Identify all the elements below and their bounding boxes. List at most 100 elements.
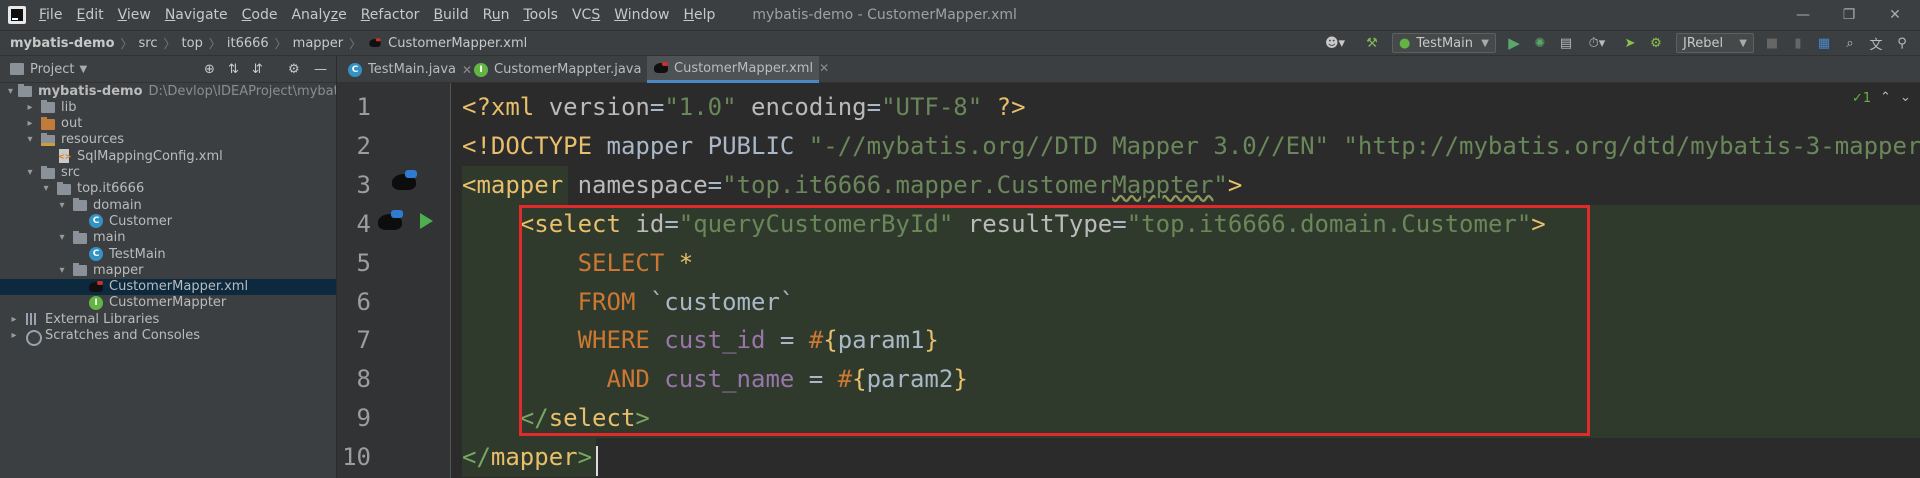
chevron-down-icon[interactable]: ▾ (24, 134, 36, 145)
tree-item[interactable]: CustomerMapper.xml (0, 278, 336, 295)
tree-item[interactable]: ▾ resources (0, 132, 336, 148)
line-number: 10 (342, 443, 371, 472)
breadcrumb-label: src (138, 35, 158, 51)
next-highlight-icon[interactable]: ⌄ (1900, 90, 1911, 105)
translate-icon[interactable]: 文 (1864, 30, 1888, 56)
minimize-window-button[interactable]: — (1780, 0, 1826, 30)
chevron-down-icon[interactable]: ▾ (8, 86, 13, 97)
tree-item[interactable]: ▸ out (0, 116, 336, 132)
menu-window[interactable]: Window (607, 7, 676, 23)
breadcrumb-item[interactable]: src (139, 36, 158, 51)
mybatis-bird-icon[interactable] (390, 166, 420, 194)
tree-item[interactable]: CustomerMappter (0, 295, 336, 311)
stop-icon[interactable]: ■ (1760, 30, 1784, 56)
tree-item[interactable]: ▾ main (0, 230, 336, 246)
breadcrumb-item[interactable]: top (182, 36, 203, 51)
tree-item-label: top.it6666 (77, 181, 145, 197)
previous-highlight-icon[interactable]: ⌃ (1880, 90, 1891, 105)
mybatis-bird-icon[interactable] (376, 206, 406, 234)
breadcrumb-item[interactable]: it6666 (227, 36, 269, 51)
tree-item[interactable]: ▾ mybatis-demo D:\Devlop\IDEAProject\mybat… (0, 83, 336, 99)
close-icon[interactable]: ✕ (819, 61, 829, 75)
tree-item[interactable]: ▾ mapper (0, 262, 336, 278)
menu-navigate[interactable]: Navigate (158, 7, 235, 23)
pause-icon[interactable]: ▮ (1786, 30, 1810, 56)
jrebel-select[interactable]: JRebel ▼ (1676, 33, 1754, 53)
editor-tab[interactable]: CustomerMappter.java✕ (467, 56, 658, 83)
breadcrumb-item[interactable]: mapper (293, 36, 343, 51)
chevron-down-icon[interactable]: ▾ (24, 167, 36, 178)
menu-view[interactable]: View (111, 7, 158, 23)
search-icon[interactable]: ⌕ (1838, 30, 1862, 56)
chevron-right-icon[interactable]: ▸ (24, 118, 36, 129)
menu-refactor[interactable]: Refactor (354, 7, 427, 23)
expand-all-icon[interactable]: ⇅ (228, 62, 239, 77)
chevron-down-icon[interactable]: ▾ (40, 183, 52, 194)
tree-item[interactable]: ▸ External Libraries (0, 311, 336, 327)
code-token: namespace (577, 170, 708, 199)
code-token: = (707, 170, 723, 199)
chevron-down-icon[interactable]: ▼ (79, 64, 87, 75)
tree-item-label: CustomerMapper.xml (109, 279, 249, 295)
breadcrumb-item[interactable]: mybatis-demo (10, 36, 115, 51)
code-token: "http://mybatis.org/dtd/mybatis-3-mapper… (1343, 131, 1920, 160)
locate-file-icon[interactable]: ⊕ (204, 62, 215, 77)
close-window-button[interactable]: ✕ (1872, 0, 1918, 30)
line-number: 3 (356, 170, 371, 199)
hide-panel-icon[interactable]: — (314, 62, 327, 77)
collapse-all-icon[interactable]: ⇵ (252, 62, 263, 77)
mybatis-xml-icon (369, 37, 382, 50)
run-configuration-select[interactable]: ● TestMain ▼ (1392, 33, 1496, 53)
user-icon[interactable]: ☻▾ (1322, 30, 1348, 56)
jrebel-debug-icon[interactable]: ⚙ (1644, 30, 1668, 56)
menu-file[interactable]: File (32, 7, 69, 23)
chevron-down-icon[interactable]: ▾ (56, 200, 68, 211)
project-panel-header: Project ▼ ⊕ ⇅ ⇵ ⚙ — (0, 56, 336, 83)
tree-item[interactable]: Customer (0, 213, 336, 229)
coverage-icon[interactable]: ▤ (1554, 30, 1578, 56)
tree-item[interactable]: ▾ domain (0, 197, 336, 213)
breadcrumb-item[interactable]: CustomerMapper.xml (367, 35, 527, 51)
profile-icon[interactable]: ⏱▾ (1580, 30, 1614, 56)
search-everywhere-icon[interactable]: ⚲ (1890, 30, 1914, 56)
chevron-down-icon: ▼ (1481, 37, 1489, 49)
tree-item[interactable]: ▾ top.it6666 (0, 181, 336, 197)
menu-build[interactable]: Build (426, 7, 475, 23)
build-hammer-icon[interactable]: ⚒ (1360, 30, 1384, 56)
debug-icon[interactable]: ✺ (1528, 30, 1552, 56)
tree-item[interactable]: ▸ lib (0, 99, 336, 115)
inspection-status[interactable]: ✓1 (1852, 91, 1871, 106)
tree-item[interactable]: ▾ src (0, 165, 336, 181)
editor-tab-label: TestMain.java (368, 62, 457, 77)
menu-vcs[interactable]: VCS (565, 7, 607, 23)
menu-run[interactable]: Run (476, 7, 517, 23)
tree-item-label: mybatis-demo (38, 83, 143, 99)
code-token: mapper PUBLIC (606, 131, 809, 160)
jrebel-run-icon[interactable]: ➤ (1618, 30, 1642, 56)
menu-tools[interactable]: Tools (516, 7, 565, 23)
tree-item[interactable]: ▸ Scratches and Consoles (0, 328, 336, 346)
chevron-down-icon: ▼ (1739, 37, 1747, 49)
restore-window-button[interactable]: ❐ (1826, 0, 1872, 30)
tree-item[interactable]: SqlMappingConfig.xml (0, 148, 336, 164)
run-gutter-icon[interactable] (420, 213, 433, 229)
menu-analyze[interactable]: Analyze (284, 7, 353, 23)
chevron-right-icon[interactable]: ▸ (8, 330, 20, 341)
chevron-down-icon[interactable]: ▾ (56, 265, 68, 276)
project-view-select[interactable]: Project (30, 62, 74, 77)
project-structure-icon[interactable]: ▦ (1812, 30, 1836, 56)
editor-tab[interactable]: TestMain.java✕ (341, 56, 472, 83)
run-icon[interactable]: ▶ (1502, 30, 1526, 56)
tree-item[interactable]: TestMain (0, 246, 336, 262)
menu-code[interactable]: Code (235, 7, 285, 23)
class-icon: ● (1399, 35, 1411, 51)
tree-item-path: D:\Devlop\IDEAProject\mybatis-de (148, 83, 336, 99)
menu-help[interactable]: Help (676, 7, 722, 23)
editor-tab[interactable]: CustomerMapper.xml ✕ (647, 56, 829, 83)
chevron-down-icon[interactable]: ▾ (56, 232, 68, 243)
chevron-right-icon[interactable]: ▸ (8, 314, 20, 325)
gear-icon[interactable]: ⚙ (288, 62, 300, 77)
chevron-right-icon[interactable]: ▸ (24, 102, 36, 113)
menu-edit[interactable]: Edit (69, 7, 110, 23)
